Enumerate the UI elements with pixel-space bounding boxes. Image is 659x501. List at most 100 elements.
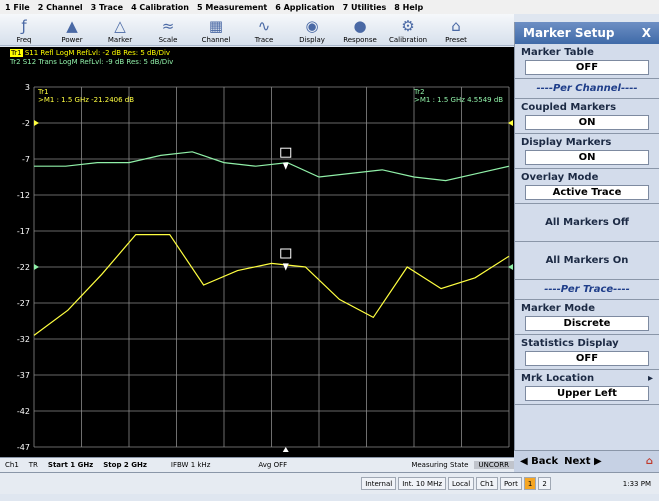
y-tick-label: -7 — [22, 155, 30, 164]
menu-item-1[interactable]: 1 File — [5, 3, 30, 12]
y-tick-label: -27 — [17, 299, 30, 308]
toolbar-channel-button[interactable]: ▦ Channel — [192, 14, 240, 46]
marker-1-tr2-box — [280, 147, 292, 158]
toolbar-freq-button[interactable]: ƒ Freq — [0, 14, 48, 46]
display-markers-button[interactable]: Display Markers ON — [515, 134, 659, 169]
tr2-info: Tr2 S12 Trans LogM RefLvl: -9 dB Res: 5 … — [10, 58, 174, 66]
per-trace-header: ----Per Trace---- — [515, 280, 659, 300]
menu-item-2[interactable]: 2 Channel — [38, 3, 83, 12]
tr1-tag[interactable]: Tr1 — [10, 49, 23, 57]
toolbar-marker-button[interactable]: △ Marker — [96, 14, 144, 46]
status-state: Measuring State — [411, 461, 469, 469]
preset-icon: ⌂ — [451, 16, 461, 35]
back-button[interactable]: ◀ Back — [520, 456, 558, 467]
toolbar-power-button[interactable]: ▲ Power — [48, 14, 96, 46]
panel-navigation: ◀ Back Next ▶ ⌂ — [514, 450, 659, 472]
calibration-icon: ⚙ — [401, 16, 415, 35]
status-corr: UNCORR — [473, 461, 514, 469]
toolbar-label: Marker — [107, 36, 133, 44]
statistics-display-value: OFF — [525, 351, 649, 366]
channel-status-bar: Ch1 TR Start 1 GHz Stop 2 GHz IFBW 1 kHz… — [0, 457, 514, 472]
home-icon[interactable]: ⌂ — [646, 456, 653, 467]
status-ifbw[interactable]: IFBW 1 kHz — [166, 461, 215, 469]
y-tick-label: -47 — [17, 443, 30, 452]
mrk-location-label-row: Mrk Location ▸ — [521, 373, 653, 384]
menu-item-4[interactable]: 4 Calibration — [131, 3, 189, 12]
menu-item-6[interactable]: 6 Application — [275, 3, 334, 12]
toolbar-label: Display — [299, 36, 325, 44]
ref-indicator: Int. 10 MHz — [398, 477, 447, 490]
toolbar-preset-button[interactable]: ⌂ Preset — [432, 14, 480, 46]
y-tick-label: -2 — [22, 119, 30, 128]
toolbar-label: Scale — [158, 36, 178, 44]
toolbar-label: Trace — [254, 36, 274, 44]
toolbar-label: Calibration — [388, 36, 428, 44]
trace-legend: Tr1 S11 Refl LogM RefLvl: -2 dB Res: 5 d… — [10, 49, 173, 67]
y-tick-label: -22 — [17, 263, 30, 272]
display-markers-label: Display Markers — [521, 137, 612, 148]
marker-setup-panel: Marker Setup X Marker Table OFF ----Per … — [514, 22, 659, 472]
chevron-right-icon: ▸ — [647, 373, 653, 384]
status-ch[interactable]: Ch1 — [0, 461, 24, 469]
all-markers-on-button[interactable]: All Markers On — [515, 242, 659, 280]
toolbar-response-button[interactable]: ● Response — [336, 14, 384, 46]
coupled-markers-button[interactable]: Coupled Markers ON — [515, 99, 659, 134]
marker-mode-value: Discrete — [525, 316, 649, 331]
marker-table-label: Marker Table — [521, 47, 594, 58]
overlay-mode-label: Overlay Mode — [521, 172, 599, 183]
toolbar: ƒ Freq ▲ Power △ Marker ≈ Scale ▦ Channel ∿ Trace ◉ D… — [0, 14, 514, 46]
y-tick-label: 3 — [25, 83, 30, 92]
mrk-location-label: Mrk Location — [521, 373, 595, 384]
close-icon[interactable]: X — [642, 26, 651, 40]
marker-table-button[interactable]: Marker Table OFF — [515, 44, 659, 79]
port-label: Port — [499, 477, 522, 490]
menu-item-8[interactable]: 8 Help — [394, 3, 423, 12]
y-tick-label: -12 — [17, 191, 30, 200]
y-tick-label: -42 — [17, 407, 30, 416]
toolbar-label: Preset — [445, 36, 467, 44]
tr1-marker-readout: >M1 : 1.5 GHz -21.2406 dB — [38, 96, 134, 104]
tr2-name-label: Tr2 — [413, 88, 425, 96]
marker-icon: △ — [114, 16, 126, 35]
marker-1-tr2-pointer — [282, 162, 289, 170]
tr1-name-label: Tr1 — [37, 88, 49, 96]
response-icon: ● — [353, 16, 367, 35]
status-avg[interactable]: Avg OFF — [253, 461, 292, 469]
y-tick-label: -32 — [17, 335, 30, 344]
menu-item-3[interactable]: 3 Trace — [91, 3, 123, 12]
local-indicator: Local — [448, 477, 475, 490]
next-button[interactable]: Next ▶ — [564, 456, 602, 467]
all-markers-off-button[interactable]: All Markers Off — [515, 204, 659, 242]
marker-table-value: OFF — [525, 60, 649, 75]
statistics-display-label: Statistics Display — [521, 338, 619, 349]
status-start[interactable]: Start 1 GHz — [43, 461, 98, 469]
status-stop[interactable]: Stop 2 GHz — [98, 461, 152, 469]
display-markers-value: ON — [525, 150, 649, 165]
overlay-mode-button[interactable]: Overlay Mode Active Trace — [515, 169, 659, 204]
menu-item-7[interactable]: 7 Utilities — [343, 3, 387, 12]
coupled-markers-value: ON — [525, 115, 649, 130]
statistics-display-button[interactable]: Statistics Display OFF — [515, 335, 659, 370]
tr2-marker-readout: >M1 : 1.5 GHz 4.5549 dB — [414, 96, 503, 104]
marker-1-tr1-box — [280, 248, 292, 259]
internal-indicator: Internal — [361, 477, 397, 490]
panel-title-text: Marker Setup — [523, 26, 615, 40]
coupled-markers-label: Coupled Markers — [521, 102, 617, 113]
menu-item-5[interactable]: 5 Measurement — [197, 3, 267, 12]
mrk-location-button[interactable]: Mrk Location ▸ Upper Left — [515, 370, 659, 405]
toolbar-calibration-button[interactable]: ⚙ Calibration — [384, 14, 432, 46]
toolbar-label: Power — [61, 36, 83, 44]
overlay-mode-value: Active Trace — [525, 185, 649, 200]
toolbar-trace-button[interactable]: ∿ Trace — [240, 14, 288, 46]
chart-svg: 3-2-7-12-17-22-27-32-37-42-47Tr1>M1 : 1.… — [17, 83, 513, 452]
port-1: 1 — [523, 477, 537, 490]
toolbar-display-button[interactable]: ◉ Display — [288, 14, 336, 46]
mrk-location-value: Upper Left — [525, 386, 649, 401]
marker-mode-button[interactable]: Marker Mode Discrete — [515, 300, 659, 335]
toolbar-label: Response — [343, 36, 377, 44]
tr1-ref-marker — [34, 120, 39, 126]
display-icon: ◉ — [305, 16, 319, 35]
toolbar-label: Channel — [201, 36, 231, 44]
toolbar-scale-button[interactable]: ≈ Scale — [144, 14, 192, 46]
status-tr: TR — [28, 461, 38, 469]
